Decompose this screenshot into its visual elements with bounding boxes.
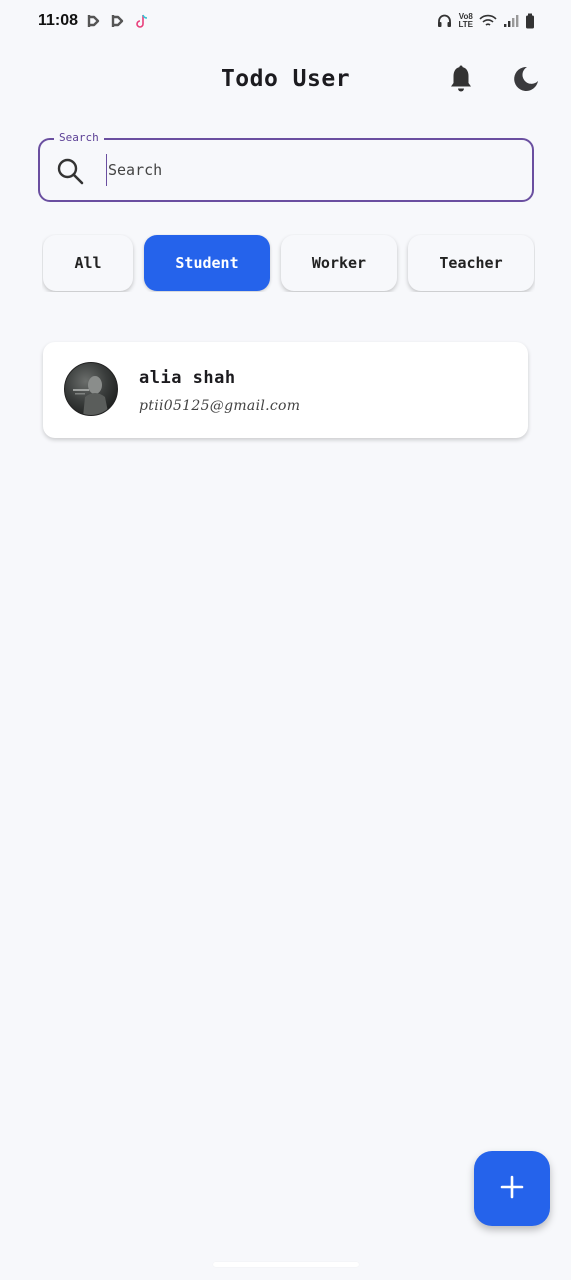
theme-toggle-button[interactable] xyxy=(510,65,542,97)
add-user-button[interactable] xyxy=(474,1151,550,1226)
signal-icon xyxy=(503,14,519,28)
volte-bottom: LTE xyxy=(458,20,473,29)
volte-icon: Vo8 LTE xyxy=(458,13,473,29)
bbm-icon xyxy=(86,13,102,29)
plus-icon xyxy=(500,1175,524,1203)
home-indicator[interactable] xyxy=(213,1262,359,1267)
chip-label: All xyxy=(74,254,102,272)
chip-label: Student xyxy=(175,254,239,272)
chip-label: Worker xyxy=(311,254,367,272)
status-right: Vo8 LTE xyxy=(437,13,535,29)
tiktok-icon xyxy=(134,13,150,29)
app-bar: Todo User xyxy=(0,50,571,110)
filter-chip-all[interactable]: All xyxy=(43,235,133,291)
status-left: 11:08 xyxy=(38,12,150,30)
filter-chips: All Student Worker Teacher xyxy=(42,234,535,292)
search-field[interactable]: Search xyxy=(38,131,534,202)
search-icon xyxy=(56,157,84,189)
status-time: 11:08 xyxy=(38,12,79,29)
wifi-icon xyxy=(479,14,497,28)
filter-chip-student[interactable]: Student xyxy=(144,235,270,291)
bbm-icon xyxy=(110,13,126,29)
search-label: Search xyxy=(54,131,104,144)
page-title: Todo User xyxy=(220,66,351,92)
user-email: ptii05125@gmail.com xyxy=(139,398,301,414)
bell-icon xyxy=(449,65,473,97)
avatar xyxy=(64,362,118,416)
search-input[interactable] xyxy=(106,154,506,186)
user-list-item[interactable]: alia shah ptii05125@gmail.com xyxy=(43,342,528,438)
filter-chip-teacher[interactable]: Teacher xyxy=(408,235,534,291)
filter-chip-worker[interactable]: Worker xyxy=(281,235,397,291)
notifications-button[interactable] xyxy=(446,65,476,97)
headphones-icon xyxy=(437,14,452,28)
moon-icon xyxy=(512,65,540,97)
battery-icon xyxy=(525,13,535,29)
chip-label: Teacher xyxy=(439,254,503,272)
status-bar: 11:08 Vo8 LTE xyxy=(0,0,571,42)
user-name: alia shah xyxy=(139,368,236,388)
